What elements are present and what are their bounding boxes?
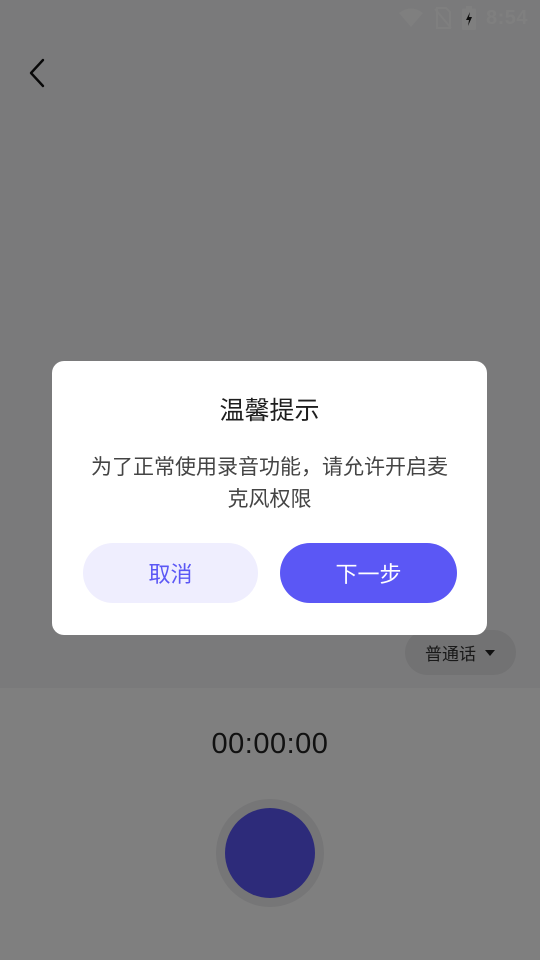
- next-step-button[interactable]: 下一步: [280, 543, 457, 603]
- cancel-button[interactable]: 取消: [83, 543, 258, 603]
- dialog-message: 为了正常使用录音功能，请允许开启麦克风权限: [91, 455, 448, 511]
- permission-dialog: 温馨提示 为了正常使用录音功能，请允许开启麦克风权限 取消 下一步: [52, 361, 487, 635]
- dialog-title: 温馨提示: [219, 396, 320, 425]
